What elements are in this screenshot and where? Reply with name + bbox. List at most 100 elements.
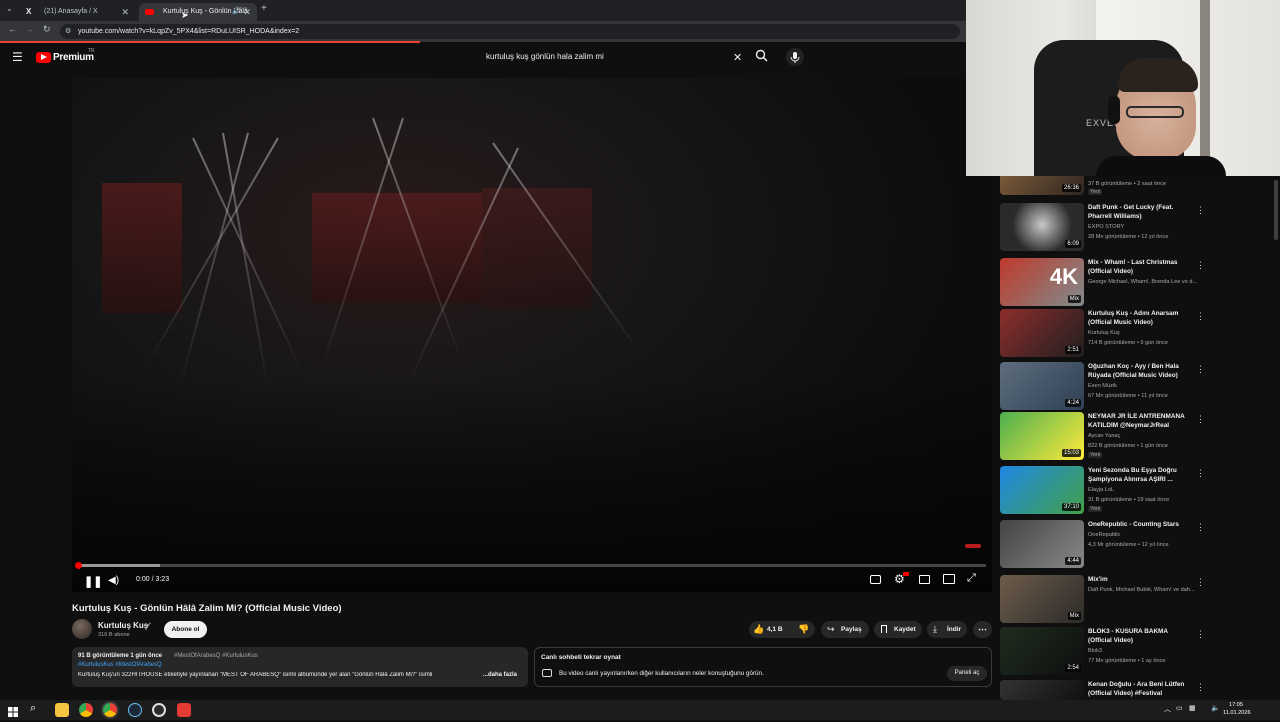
video-thumbnail[interactable]: [1000, 680, 1084, 700]
channel-name[interactable]: Kurtuluş Kuş: [98, 621, 148, 630]
close-tab-icon[interactable]: ✕: [243, 3, 251, 21]
recommendation-title[interactable]: Mix'im: [1088, 576, 1192, 585]
subscribe-button[interactable]: Abone ol: [164, 621, 207, 638]
clear-search-icon[interactable]: ✕: [733, 51, 742, 64]
microphone-icon[interactable]: [786, 48, 804, 66]
subtitles-icon[interactable]: [870, 575, 881, 584]
recommendation-channel[interactable]: Daft Punk, Michael Bublé, Wham! ve dah..…: [1088, 586, 1200, 594]
more-options-icon[interactable]: ⋮: [1196, 205, 1205, 216]
file-explorer-icon[interactable]: [55, 703, 69, 717]
hamburger-menu-icon[interactable]: ☰: [12, 50, 23, 64]
page-scrollbar[interactable]: [1274, 180, 1278, 240]
recommendation-title[interactable]: Kurtuluş Kuş - Adını Anarsam (Official M…: [1088, 310, 1192, 327]
video-player[interactable]: [72, 78, 992, 592]
steam-icon[interactable]: [128, 703, 142, 717]
recommendation-item[interactable]: 4:24 Oğuzhan Koç - Ayy / Ben Hala Rüyada …: [1000, 362, 1205, 412]
more-options-icon[interactable]: ⋮: [1196, 682, 1205, 693]
more-options-icon[interactable]: ⋮: [1196, 414, 1205, 425]
close-tab-icon[interactable]: ✕: [121, 3, 129, 21]
recommendation-title[interactable]: OneRepublic - Counting Stars: [1088, 521, 1192, 530]
recommendation-item[interactable]: 2:51 Kurtuluş Kuş - Adını Anarsam (Offici…: [1000, 309, 1205, 359]
windows-start-icon[interactable]: [8, 704, 18, 717]
address-bar[interactable]: ⚙ youtube.com/watch?v=kLqpZv_5PX4&list=R…: [60, 24, 960, 39]
video-thumbnail[interactable]: Mix 4K: [1000, 258, 1084, 306]
back-arrow-icon[interactable]: ←: [8, 24, 17, 34]
hashtags-top[interactable]: #MestOfArabesQ #KurtulusKus: [174, 653, 258, 659]
forward-arrow-icon[interactable]: →: [25, 24, 34, 34]
description-box[interactable]: 91 B görüntüleme 1 gün önce #MestOfArabe…: [72, 647, 528, 687]
recommendation-title[interactable]: Daft Punk - Get Lucky (Feat. Pharrell Wi…: [1088, 204, 1192, 221]
tab-youtube-video[interactable]: Kurtuluş Kuş - Gönlün Hâlâ 🔊 ✕: [139, 3, 257, 21]
video-thumbnail[interactable]: 2:51: [1000, 309, 1084, 357]
like-count[interactable]: 4,1 B: [767, 621, 783, 638]
search-icon[interactable]: [755, 49, 768, 62]
share-button[interactable]: ↪ Paylaş: [821, 621, 869, 638]
video-thumbnail[interactable]: 6:09: [1000, 203, 1084, 251]
channel-avatar[interactable]: [72, 619, 92, 639]
theater-mode-icon[interactable]: [943, 574, 955, 584]
recommendation-channel[interactable]: EXPO STORY: [1088, 223, 1200, 231]
notification-icon[interactable]: ▦: [1189, 704, 1196, 712]
video-thumbnail[interactable]: 26:36: [1000, 176, 1084, 195]
more-options-icon[interactable]: ⋮: [1196, 629, 1205, 640]
recommendation-channel[interactable]: Aycan Yanaç: [1088, 432, 1200, 440]
recommendation-item[interactable]: 4:44 OneRepublic - Counting Stars OneRepub…: [1000, 520, 1205, 570]
recommendation-channel[interactable]: Elayja LoL: [1088, 486, 1200, 494]
fullscreen-icon[interactable]: ⤢: [967, 572, 976, 585]
progress-bar[interactable]: [75, 562, 986, 569]
recommendation-item[interactable]: Mix Mix'im Daft Punk, Michael Bublé, Wham!…: [1000, 575, 1205, 625]
recommendation-title[interactable]: Kenan Doğulu - Ara Beni Lütfen (Official…: [1088, 681, 1192, 698]
recommendation-title[interactable]: BLOK3 - KUSURA BAKMA (Official Video): [1088, 628, 1192, 645]
recommendation-item[interactable]: 26:36 37 B görüntüleme • 2 saat önce Yeni: [1000, 176, 1200, 198]
tab-x-home[interactable]: X (21) Anasayfa / X ✕: [20, 3, 135, 21]
recommendation-title[interactable]: Oğuzhan Koç - Ayy / Ben Hala Rüyada (Off…: [1088, 363, 1192, 380]
recommendation-title[interactable]: Mix - Wham! - Last Christmas (Official V…: [1088, 259, 1192, 276]
system-tray-chevron-icon[interactable]: ︿: [1164, 704, 1171, 714]
recommendation-channel[interactable]: OneRepublic: [1088, 531, 1200, 539]
recommendation-channel[interactable]: Kurtuluş Kuş: [1088, 329, 1200, 337]
clock-time[interactable]: 17:05: [1229, 702, 1243, 708]
new-tab-icon[interactable]: +: [261, 3, 267, 14]
recommendation-item[interactable]: Kenan Doğulu - Ara Beni Lütfen (Official…: [1000, 680, 1205, 700]
more-options-icon[interactable]: ⋮: [1196, 364, 1205, 375]
recommendation-item[interactable]: 2:54 BLOK3 - KUSURA BAKMA (Official Video…: [1000, 627, 1205, 677]
speaker-tray-icon[interactable]: 🔈: [1211, 704, 1220, 712]
hashtags-line[interactable]: #KurtulusKus #MestOfArabesQ: [78, 662, 162, 668]
recommendation-channel[interactable]: George Michael, Wham!, Brenda Lee ve d..…: [1088, 278, 1200, 286]
search-icon[interactable]: ⌕: [30, 702, 36, 715]
video-thumbnail[interactable]: 2:54: [1000, 627, 1084, 675]
recommendation-item[interactable]: 15:03 NEYMAR JR İLE ANTRENMANA KATILDIM @…: [1000, 412, 1205, 462]
miniplayer-icon[interactable]: [919, 575, 930, 584]
pause-icon[interactable]: ❚❚: [84, 575, 102, 588]
more-actions-button[interactable]: ⋯: [973, 621, 992, 638]
chrome-icon[interactable]: [79, 703, 93, 717]
video-thumbnail[interactable]: 37:10: [1000, 466, 1084, 514]
speaker-icon[interactable]: 🔊: [232, 3, 241, 21]
recommendation-title[interactable]: Yeni Sezonda Bu Eşya Doğru Şampiyona Alı…: [1088, 467, 1192, 484]
chrome-active-icon[interactable]: [103, 703, 117, 717]
clock-date[interactable]: 11.01.2026: [1223, 710, 1251, 716]
more-options-icon[interactable]: ⋮: [1196, 311, 1205, 322]
more-options-icon[interactable]: ⋮: [1196, 260, 1205, 271]
site-info-icon[interactable]: ⚙: [65, 24, 71, 39]
recommendation-channel[interactable]: Esen Müzik: [1088, 382, 1200, 390]
reload-icon[interactable]: ↻: [43, 24, 51, 35]
recommendation-title[interactable]: NEYMAR JR İLE ANTRENMANA KATILDIM @Neyma…: [1088, 413, 1192, 430]
show-more-link[interactable]: ...daha fazla: [483, 672, 517, 678]
video-thumbnail[interactable]: Mix: [1000, 575, 1084, 623]
recommendation-channel[interactable]: Blok3: [1088, 647, 1200, 655]
download-button[interactable]: ⤓ İndir: [927, 621, 967, 638]
dislike-thumb-icon[interactable]: 👎: [798, 621, 809, 638]
like-thumb-icon[interactable]: 👍: [753, 621, 764, 638]
save-button[interactable]: Kaydet: [874, 621, 922, 638]
progress-scrubber[interactable]: [75, 562, 82, 569]
tab-list-chevron-icon[interactable]: ⌄: [6, 4, 13, 13]
volume-icon[interactable]: ◀): [108, 575, 119, 586]
open-panel-button[interactable]: Paneli aç: [947, 666, 987, 681]
network-icon[interactable]: ▭: [1176, 704, 1183, 712]
search-input[interactable]: kurtuluş kuş gönlün hala zalim mi: [478, 47, 750, 67]
more-options-icon[interactable]: ⋮: [1196, 468, 1205, 479]
video-thumbnail[interactable]: 15:03: [1000, 412, 1084, 460]
video-thumbnail[interactable]: 4:24: [1000, 362, 1084, 410]
recommendation-item[interactable]: 37:10 Yeni Sezonda Bu Eşya Doğru Şampiyon…: [1000, 466, 1205, 516]
